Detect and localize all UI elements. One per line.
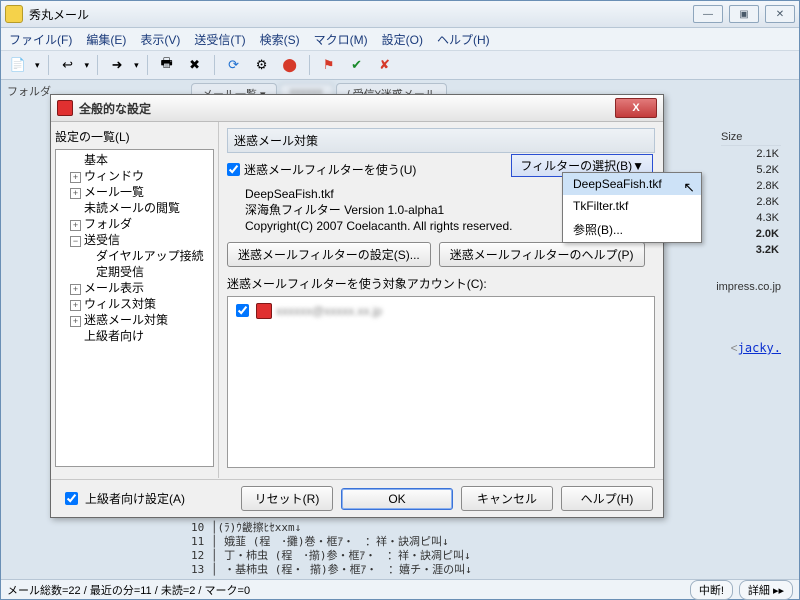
folder-panel-label: フォルダ [7,83,51,99]
use-filter-label: 迷惑メールフィルターを使う(U) [244,161,416,178]
stop-button[interactable]: 中断! [690,580,733,600]
menu-view[interactable]: 表示(V) [140,31,180,48]
filter-help-button[interactable]: 迷惑メールフィルターのヘルプ(P) [439,242,645,267]
window-buttons: — ▣ ✕ [693,5,795,23]
tree-node-dialup[interactable]: ダイヤルアップ接続 [58,248,211,264]
use-filter-input[interactable] [227,163,240,176]
dialog-icon [57,100,73,116]
dropdown-item-tkfilter[interactable]: TkFilter.tkf [563,195,701,217]
filter-settings-button[interactable]: 迷惑メールフィルターの設定(S)... [227,242,431,267]
size-cell: 2.8K [721,178,781,194]
tree-node-window[interactable]: +ウィンドウ [58,168,211,184]
account-icon [256,303,272,319]
status-text: メール総数=22 / 最近の分=11 / 未読=2 / マーク=0 [7,582,250,598]
toolbar-delete-icon[interactable]: ✖ [184,54,206,76]
toolbar-filter-icon[interactable]: ⚑ [318,54,340,76]
status-bar: メール総数=22 / 最近の分=11 / 未読=2 / マーク=0 中断! 詳細… [1,579,799,599]
size-cell: 2.1K [721,146,781,162]
tree-node-sendrecv[interactable]: −送受信 [58,232,211,248]
app-title: 秀丸メール [29,6,693,23]
settings-tree[interactable]: 基本 +ウィンドウ +メール一覧 未読メールの閲覧 +フォルダ −送受信 ダイヤ… [55,149,214,467]
close-button[interactable]: ✕ [765,5,795,23]
minimize-button[interactable]: — [693,5,723,23]
tree-node-basic[interactable]: 基本 [58,152,211,168]
message-body-preview: 10 │(ﾗ)ｳ畿擦ﾋｾxxm↓ 11 │ 娥韮 (程 ･攤)巻・框ｱ・ ：祥・… [191,521,472,577]
tree-node-advanced[interactable]: 上級者向け [58,328,211,344]
help-button[interactable]: ヘルプ(H) [561,486,653,511]
reset-button[interactable]: リセット(R) [241,486,333,511]
toolbar-new-icon[interactable]: 📄 [7,54,29,76]
cancel-button[interactable]: キャンセル [461,486,553,511]
dialog-footer: 上級者向け設定(A) リセット(R) OK キャンセル ヘルプ(H) [51,479,663,517]
pane-heading: 迷惑メール対策 [227,128,655,153]
dialog-title: 全般的な設定 [79,100,615,117]
title-bar: 秀丸メール — ▣ ✕ [1,1,799,28]
menu-file[interactable]: ファイル(F) [9,31,72,48]
menu-bar: ファイル(F) 編集(E) 表示(V) 送受信(T) 検索(S) マクロ(M) … [1,28,799,51]
tree-node-spam[interactable]: +迷惑メール対策 [58,312,211,328]
account-checkbox[interactable] [236,304,249,317]
toolbar-forward-icon[interactable]: ➜ [106,54,128,76]
menu-search[interactable]: 検索(S) [260,31,300,48]
account-list-label: 迷惑メールフィルターを使う対象アカウント(C): [227,275,655,292]
menu-settings[interactable]: 設定(O) [382,31,423,48]
toolbar-refresh-icon[interactable]: ⟳ [223,54,245,76]
dropdown-item-deepseafish[interactable]: DeepSeaFish.tkf [563,173,701,195]
tree-node-maildisp[interactable]: +メール表示 [58,280,211,296]
toolbar-check-icon[interactable]: ✔ [346,54,368,76]
tree-node-unread[interactable]: 未読メールの閲覧 [58,200,211,216]
toolbar-x-icon[interactable]: ✘ [374,54,396,76]
settings-dialog: 全般的な設定 X 設定の一覧(L) 基本 +ウィンドウ +メール一覧 未読メール… [50,94,664,518]
toolbar-stop-icon[interactable]: ⬤ [279,54,301,76]
detail-button[interactable]: 詳細 ▸▸ [739,580,793,600]
dialog-titlebar: 全般的な設定 X [51,95,663,122]
size-column: Size 2.1K 5.2K 2.8K 2.8K 4.3K 2.0K 3.2K [721,129,781,258]
advanced-settings-input[interactable] [65,492,78,505]
tree-label: 設定の一覧(L) [55,128,214,145]
maximize-button[interactable]: ▣ [729,5,759,23]
account-list[interactable]: xxxxxx@xxxxx.xx.jp [227,296,655,468]
account-row[interactable]: xxxxxx@xxxxx.xx.jp [232,301,650,320]
ok-button[interactable]: OK [341,488,453,510]
settings-tree-panel: 設定の一覧(L) 基本 +ウィンドウ +メール一覧 未読メールの閲覧 +フォルダ… [51,122,219,478]
advanced-settings-checkbox[interactable]: 上級者向け設定(A) [61,489,185,508]
toolbar-print-icon[interactable]: 🖶 [156,54,178,76]
toolbar-reply-icon[interactable]: ↩ [57,54,79,76]
address-fragment: <jacky. [731,341,781,355]
account-name: xxxxxx@xxxxx.xx.jp [276,304,382,318]
column-header-size[interactable]: Size [721,129,781,146]
size-cell: 4.3K [721,210,781,226]
menu-help[interactable]: ヘルプ(H) [437,31,490,48]
dialog-close-button[interactable]: X [615,98,657,118]
toolbar-gear-icon[interactable]: ⚙ [251,54,273,76]
tree-node-virus[interactable]: +ウィルス対策 [58,296,211,312]
menu-edit[interactable]: 編集(E) [86,31,126,48]
cursor-icon: ↖ [683,179,695,196]
domain-text: impress.co.jp [716,281,781,293]
tree-node-maillist[interactable]: +メール一覧 [58,184,211,200]
size-cell: 3.2K [721,242,781,258]
dropdown-item-browse[interactable]: 参照(B)... [563,217,701,242]
size-cell: 5.2K [721,162,781,178]
tree-node-folder[interactable]: +フォルダ [58,216,211,232]
tree-node-periodic[interactable]: 定期受信 [58,264,211,280]
toolbar: 📄▾ ↩▾ ➜▾ 🖶 ✖ ⟳ ⚙ ⬤ ⚑ ✔ ✘ [1,51,799,80]
advanced-settings-label: 上級者向け設定(A) [85,490,185,507]
menu-sendrecv[interactable]: 送受信(T) [194,31,245,48]
app-icon [5,5,23,23]
size-cell: 2.0K [721,226,781,242]
filter-dropdown-menu: DeepSeaFish.tkf TkFilter.tkf 参照(B)... ↖ [562,172,702,243]
size-cell: 2.8K [721,194,781,210]
menu-macro[interactable]: マクロ(M) [314,31,368,48]
